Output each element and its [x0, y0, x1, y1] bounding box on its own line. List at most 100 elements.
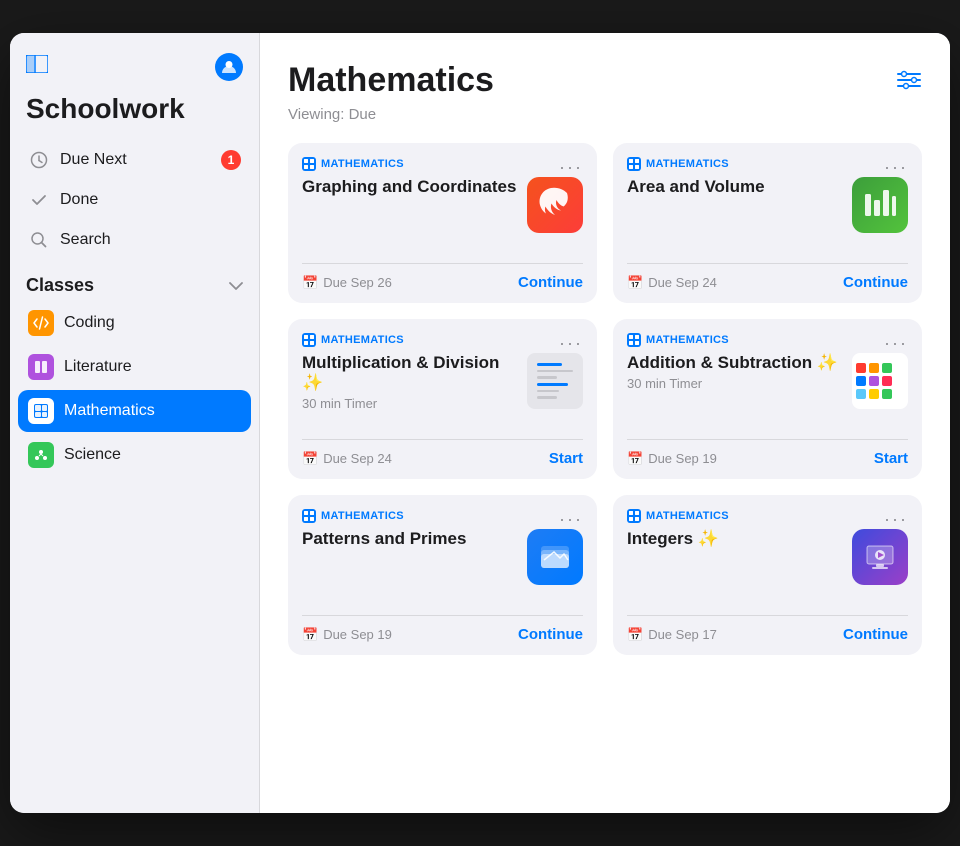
- files-app-icon: [527, 529, 583, 585]
- card-body: Addition & Subtraction ✨ 30 min Timer: [627, 353, 908, 429]
- sidebar-item-coding-label: Coding: [64, 314, 115, 332]
- sidebar-header: [10, 53, 259, 89]
- mathematics-icon: [28, 398, 54, 424]
- sidebar-item-coding[interactable]: Coding: [18, 302, 251, 344]
- check-icon: [28, 189, 50, 211]
- main-content: Mathematics Viewing: Due: [260, 33, 950, 813]
- card-footer: 📅 Due Sep 26 Continue: [302, 263, 583, 303]
- math-category-icon: [627, 509, 641, 523]
- card-title: Addition & Subtraction ✨: [627, 353, 838, 373]
- card-footer: 📅 Due Sep 24 Start: [302, 439, 583, 479]
- card-category: MATHEMATICS: [302, 157, 583, 171]
- card-addition: MATHEMATICS ··· Addition & Subtraction ✨…: [613, 319, 922, 479]
- calendar-icon: 📅: [627, 275, 643, 291]
- card-action-continue[interactable]: Continue: [518, 626, 583, 643]
- card-due: 📅 Due Sep 24: [627, 275, 717, 291]
- nav-due-next-label: Due Next: [60, 151, 127, 169]
- filter-icon[interactable]: [896, 69, 922, 97]
- card-due-text: Due Sep 17: [648, 627, 717, 642]
- sidebar-item-mathematics-label: Mathematics: [64, 402, 155, 420]
- due-next-badge: 1: [221, 150, 241, 170]
- card-due-text: Due Sep 19: [323, 627, 392, 642]
- card-category-text: MATHEMATICS: [646, 510, 729, 522]
- numbers-app-icon: [852, 177, 908, 233]
- nav-item-due-next[interactable]: Due Next 1: [18, 141, 251, 179]
- classes-section-header: Classes: [10, 261, 259, 302]
- card-category-text: MATHEMATICS: [646, 334, 729, 346]
- card-body: Graphing and Coordinates: [302, 177, 583, 253]
- card-action-start[interactable]: Start: [549, 450, 583, 467]
- nav-done-label: Done: [60, 191, 98, 209]
- card-category: MATHEMATICS: [302, 509, 583, 523]
- card-due-text: Due Sep 19: [648, 451, 717, 466]
- card-menu-icon[interactable]: ···: [559, 333, 583, 354]
- math-category-icon: [627, 333, 641, 347]
- card-subtitle: 30 min Timer: [627, 376, 848, 391]
- sidebar: Schoolwork Due Next 1: [10, 33, 260, 813]
- card-title: Graphing and Coordinates: [302, 177, 516, 197]
- classes-section-title: Classes: [26, 275, 94, 296]
- calendar-icon: 📅: [302, 275, 318, 291]
- card-category-text: MATHEMATICS: [321, 158, 404, 170]
- card-category-text: MATHEMATICS: [646, 158, 729, 170]
- card-due-text: Due Sep 24: [648, 275, 717, 290]
- card-footer: 📅 Due Sep 19 Start: [627, 439, 908, 479]
- card-title: Area and Volume: [627, 177, 765, 197]
- card-category: MATHEMATICS: [627, 333, 908, 347]
- search-icon: [28, 229, 50, 251]
- calendar-icon: 📅: [302, 627, 318, 643]
- card-action-continue[interactable]: Continue: [843, 274, 908, 291]
- card-body: Multiplication & Division ✨ 30 min Timer: [302, 353, 583, 429]
- card-due: 📅 Due Sep 17: [627, 627, 717, 643]
- card-integers: MATHEMATICS ··· Integers ✨: [613, 495, 922, 655]
- keynote-app-icon: [852, 529, 908, 585]
- card-title: Multiplication & Division ✨: [302, 353, 517, 393]
- calendar-icon: 📅: [627, 627, 643, 643]
- card-footer: 📅 Due Sep 19 Continue: [302, 615, 583, 655]
- science-icon: [28, 442, 54, 468]
- app-title: Schoolwork: [10, 89, 259, 141]
- clock-icon: [28, 149, 50, 171]
- card-menu-icon[interactable]: ···: [559, 157, 583, 178]
- cards-grid: MATHEMATICS ··· Graphing and Coordinates: [288, 143, 922, 655]
- card-action-continue[interactable]: Continue: [518, 274, 583, 291]
- thumbnail-colored-icon: [852, 353, 908, 409]
- card-menu-icon[interactable]: ···: [884, 509, 908, 530]
- card-category: MATHEMATICS: [302, 333, 583, 347]
- card-body: Area and Volume: [627, 177, 908, 253]
- main-header: Mathematics: [288, 61, 922, 100]
- card-category-text: MATHEMATICS: [321, 510, 404, 522]
- card-footer: 📅 Due Sep 17 Continue: [627, 615, 908, 655]
- card-patterns: MATHEMATICS ··· Patterns and Primes: [288, 495, 597, 655]
- sidebar-toggle-icon[interactable]: [26, 55, 48, 79]
- nav-item-search[interactable]: Search: [18, 221, 251, 259]
- card-body: Patterns and Primes: [302, 529, 583, 605]
- card-menu-icon[interactable]: ···: [884, 333, 908, 354]
- card-due: 📅 Due Sep 26: [302, 275, 392, 291]
- math-category-icon: [302, 333, 316, 347]
- card-area-volume: MATHEMATICS ··· Area and Volume: [613, 143, 922, 303]
- sidebar-item-science-label: Science: [64, 446, 121, 464]
- swift-app-icon: [527, 177, 583, 233]
- chevron-down-icon[interactable]: [229, 278, 243, 294]
- nav-item-done[interactable]: Done: [18, 181, 251, 219]
- card-due: 📅 Due Sep 19: [302, 627, 392, 643]
- sidebar-item-mathematics[interactable]: Mathematics: [18, 390, 251, 432]
- card-body: Integers ✨: [627, 529, 908, 605]
- profile-icon[interactable]: [215, 53, 243, 81]
- literature-icon: [28, 354, 54, 380]
- card-action-continue[interactable]: Continue: [843, 626, 908, 643]
- nav-search-label: Search: [60, 231, 111, 249]
- card-graphing: MATHEMATICS ··· Graphing and Coordinates: [288, 143, 597, 303]
- calendar-icon: 📅: [302, 451, 318, 467]
- sidebar-item-literature[interactable]: Literature: [18, 346, 251, 388]
- card-menu-icon[interactable]: ···: [884, 157, 908, 178]
- card-action-start[interactable]: Start: [874, 450, 908, 467]
- sidebar-item-literature-label: Literature: [64, 358, 132, 376]
- sidebar-item-science[interactable]: Science: [18, 434, 251, 476]
- coding-icon: [28, 310, 54, 336]
- thumbnail-icon: [527, 353, 583, 409]
- card-menu-icon[interactable]: ···: [559, 509, 583, 530]
- card-subtitle: 30 min Timer: [302, 396, 527, 411]
- card-category-text: MATHEMATICS: [321, 334, 404, 346]
